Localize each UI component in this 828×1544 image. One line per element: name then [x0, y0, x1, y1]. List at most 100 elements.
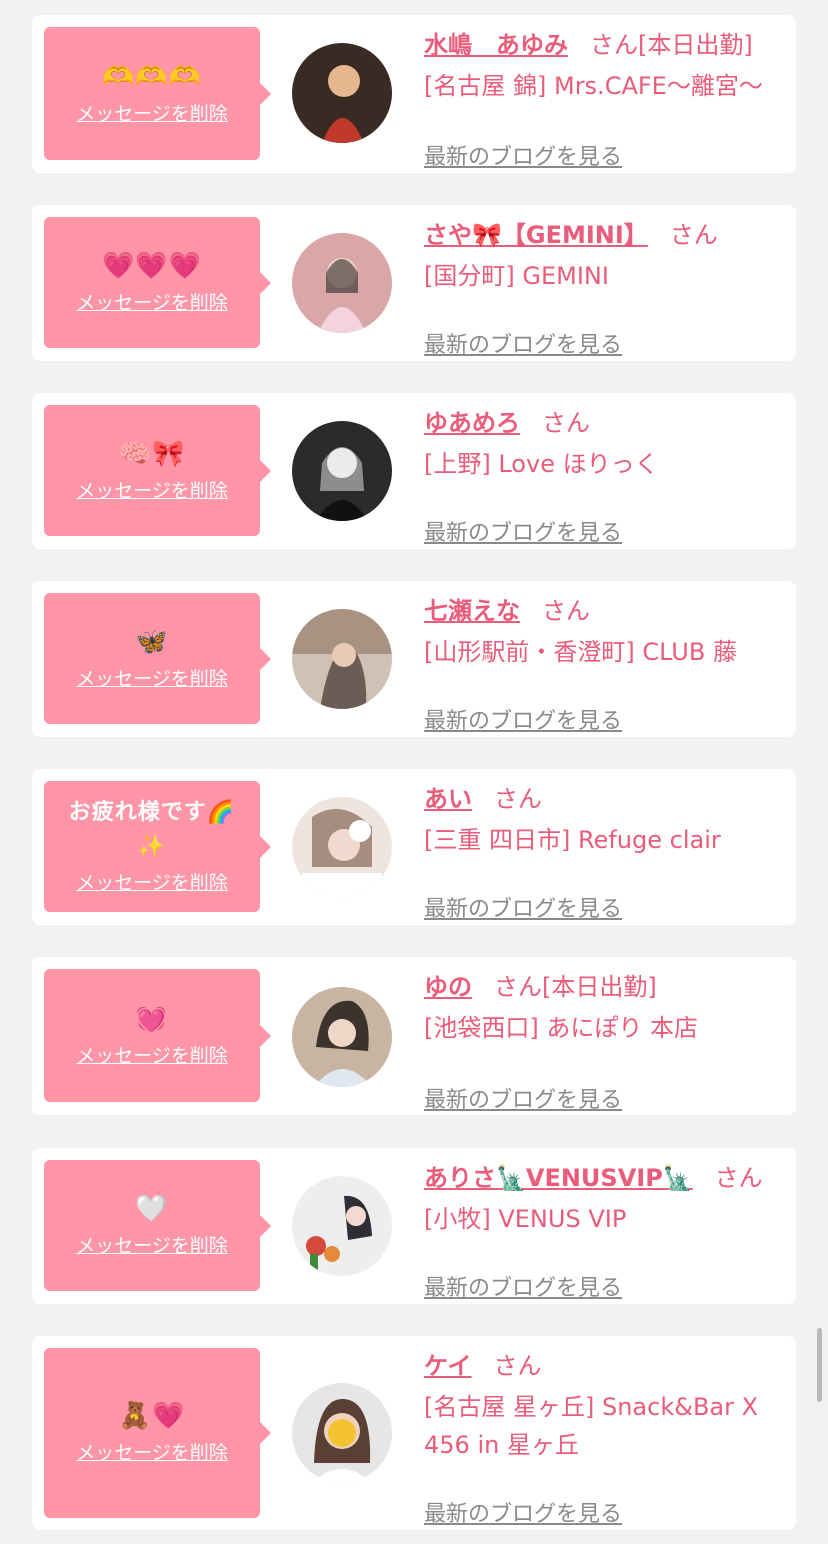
blog-link[interactable]: 最新のブログを見る: [424, 1496, 622, 1528]
profile-info: ゆの さん[本日出勤] [池袋西口] あにぽり 本店 最新のブログを見る: [424, 969, 786, 1113]
honorific: さん: [714, 1164, 763, 1192]
message-card: 🫶🫶🫶 メッセージを削除 水嶋 あゆみ さん[本日出勤] [名古屋 錦] Mrs.…: [32, 15, 796, 173]
profile-name-link[interactable]: 水嶋 あゆみ: [424, 31, 568, 59]
shop-name: [小牧] VENUS VIP: [424, 1205, 627, 1233]
profile-info: ケイ さん [名古屋 星ヶ丘] Snack&Bar X 456 in 星ヶ丘 最新…: [424, 1348, 786, 1527]
profile-name-link[interactable]: ゆあめろ: [424, 409, 520, 437]
scrollbar[interactable]: [817, 1328, 822, 1402]
blog-link[interactable]: 最新のブログを見る: [424, 515, 622, 547]
profile-info: 水嶋 あゆみ さん[本日出勤] [名古屋 錦] Mrs.CAFE〜離宮〜 最新のブ…: [424, 27, 786, 170]
message-text: 🫶🫶🫶: [101, 61, 203, 92]
shop-name: [三重 四日市] Refuge clair: [424, 826, 721, 854]
profile-name-link[interactable]: ありさ🗽VENUSVIP🗽: [424, 1164, 693, 1192]
avatar-photo: [292, 43, 392, 143]
avatar-photo: [292, 987, 392, 1087]
message-text: 🤍: [135, 1193, 169, 1224]
delete-message-link[interactable]: メッセージを削除: [76, 476, 228, 506]
message-bubble: 🦋 メッセージを削除: [44, 593, 271, 724]
avatar-photo: [292, 233, 392, 333]
blog-link[interactable]: 最新のブログを見る: [424, 1082, 622, 1114]
shop-name: [池袋西口] あにぽり 本店: [424, 1014, 698, 1042]
message-text: お疲れ様です🌈✨: [68, 799, 236, 859]
profile-name-link[interactable]: 七瀬えな: [424, 597, 520, 625]
avatar[interactable]: [292, 421, 392, 521]
name-line: 水嶋 あゆみ さん[本日出勤]: [424, 27, 786, 63]
profile-name-link[interactable]: あい: [424, 785, 472, 813]
status-badge: [本日出勤]: [542, 973, 657, 1001]
name-line: ケイ さん: [424, 1348, 786, 1384]
honorific: さん: [590, 31, 638, 59]
avatar-photo: [292, 797, 392, 897]
name-line: ゆの さん[本日出勤]: [424, 969, 786, 1005]
avatar[interactable]: [292, 43, 392, 143]
message-card: お疲れ様です🌈✨ メッセージを削除 あい さん [三重 四日市] Refuge c…: [32, 769, 796, 925]
avatar-photo: [292, 421, 392, 521]
delete-message-link[interactable]: メッセージを削除: [76, 868, 228, 898]
message-text: 💓: [135, 1003, 169, 1034]
delete-message-link[interactable]: メッセージを削除: [76, 664, 228, 694]
message-card: 💓 メッセージを削除 ゆの さん[本日出勤] [池袋西口] あにぽり 本店 最新の…: [32, 957, 796, 1115]
delete-message-link[interactable]: メッセージを削除: [76, 99, 228, 129]
honorific: さん: [494, 973, 542, 1001]
message-bubble: お疲れ様です🌈✨ メッセージを削除: [44, 781, 271, 912]
shop-name: [山形駅前・香澄町] CLUB 藤: [424, 638, 737, 666]
message-bubble: 🧠🎀 メッセージを削除: [44, 405, 271, 536]
avatar-photo: [292, 1383, 392, 1483]
delete-message-link[interactable]: メッセージを削除: [76, 288, 228, 318]
delete-message-link[interactable]: メッセージを削除: [76, 1438, 228, 1468]
shop-name: [名古屋 錦] Mrs.CAFE〜離宮〜: [424, 72, 763, 100]
message-text: 🧸💗: [118, 1401, 186, 1431]
message-text: 🧠🎀: [118, 438, 186, 469]
message-list: 🫶🫶🫶 メッセージを削除 水嶋 あゆみ さん[本日出勤] [名古屋 錦] Mrs.…: [0, 0, 828, 1544]
avatar[interactable]: [292, 609, 392, 709]
message-card: 🧠🎀 メッセージを削除 ゆあめろ さん [上野] Love ほりっく 最新のブログ…: [32, 393, 796, 549]
name-line: さや🎀【GEMINI】 さん: [424, 217, 786, 253]
profile-name-link[interactable]: ケイ: [424, 1352, 472, 1380]
blog-link[interactable]: 最新のブログを見る: [424, 703, 622, 735]
name-line: ゆあめろ さん: [424, 405, 786, 441]
honorific: さん: [542, 597, 590, 625]
message-bubble: 💗💗💗 メッセージを削除: [44, 217, 271, 348]
message-card: 🧸💗 メッセージを削除 ケイ さん [名古屋 星ヶ丘] Snack&Bar X 4…: [32, 1336, 796, 1530]
blog-link[interactable]: 最新のブログを見る: [424, 1270, 622, 1302]
profile-info: ありさ🗽VENUSVIP🗽 さん [小牧] VENUS VIP 最新のブログを見る: [424, 1160, 786, 1301]
honorific: さん: [493, 1352, 542, 1380]
profile-name-link[interactable]: ゆの: [424, 973, 472, 1001]
name-line: 七瀬えな さん: [424, 593, 786, 629]
shop-name: [上野] Love ほりっく: [424, 450, 659, 478]
message-card: 🤍 メッセージを削除 ありさ🗽VENUSVIP🗽 さん [小牧] VENUS VI…: [32, 1148, 796, 1304]
avatar[interactable]: [292, 987, 392, 1087]
profile-info: ゆあめろ さん [上野] Love ほりっく 最新のブログを見る: [424, 405, 786, 546]
shop-name: [名古屋 星ヶ丘] Snack&Bar X 456 in 星ヶ丘: [424, 1393, 759, 1459]
message-bubble: 💓 メッセージを削除: [44, 969, 271, 1102]
delete-message-link[interactable]: メッセージを削除: [76, 1231, 228, 1261]
avatar-photo: [292, 1176, 392, 1276]
message-bubble: 🤍 メッセージを削除: [44, 1160, 271, 1291]
name-line: ありさ🗽VENUSVIP🗽 さん: [424, 1160, 786, 1196]
honorific: さん: [494, 785, 542, 813]
avatar[interactable]: [292, 233, 392, 333]
blog-link[interactable]: 最新のブログを見る: [424, 139, 622, 171]
status-badge: [本日出勤]: [638, 31, 753, 59]
shop-name: [国分町] GEMINI: [424, 262, 609, 290]
message-bubble: 🫶🫶🫶 メッセージを削除: [44, 27, 271, 160]
avatar-photo: [292, 609, 392, 709]
profile-name-link[interactable]: さや🎀【GEMINI】: [424, 221, 648, 249]
honorific: さん: [669, 221, 718, 249]
profile-info: さや🎀【GEMINI】 さん [国分町] GEMINI 最新のブログを見る: [424, 217, 786, 358]
avatar[interactable]: [292, 1176, 392, 1276]
delete-message-link[interactable]: メッセージを削除: [76, 1041, 228, 1071]
blog-link[interactable]: 最新のブログを見る: [424, 327, 622, 359]
blog-link[interactable]: 最新のブログを見る: [424, 891, 622, 923]
honorific: さん: [542, 409, 590, 437]
message-text: 🦋: [135, 626, 169, 657]
avatar[interactable]: [292, 1383, 392, 1483]
profile-info: 七瀬えな さん [山形駅前・香澄町] CLUB 藤 最新のブログを見る: [424, 593, 786, 734]
name-line: あい さん: [424, 781, 786, 817]
avatar[interactable]: [292, 797, 392, 897]
message-text: 💗💗💗: [101, 250, 203, 281]
message-card: 🦋 メッセージを削除 七瀬えな さん [山形駅前・香澄町] CLUB 藤 最新のブ…: [32, 581, 796, 737]
profile-info: あい さん [三重 四日市] Refuge clair 最新のブログを見る: [424, 781, 786, 922]
message-bubble: 🧸💗 メッセージを削除: [44, 1348, 271, 1518]
message-card: 💗💗💗 メッセージを削除 さや🎀【GEMINI】 さん [国分町] GEMINI …: [32, 205, 796, 361]
